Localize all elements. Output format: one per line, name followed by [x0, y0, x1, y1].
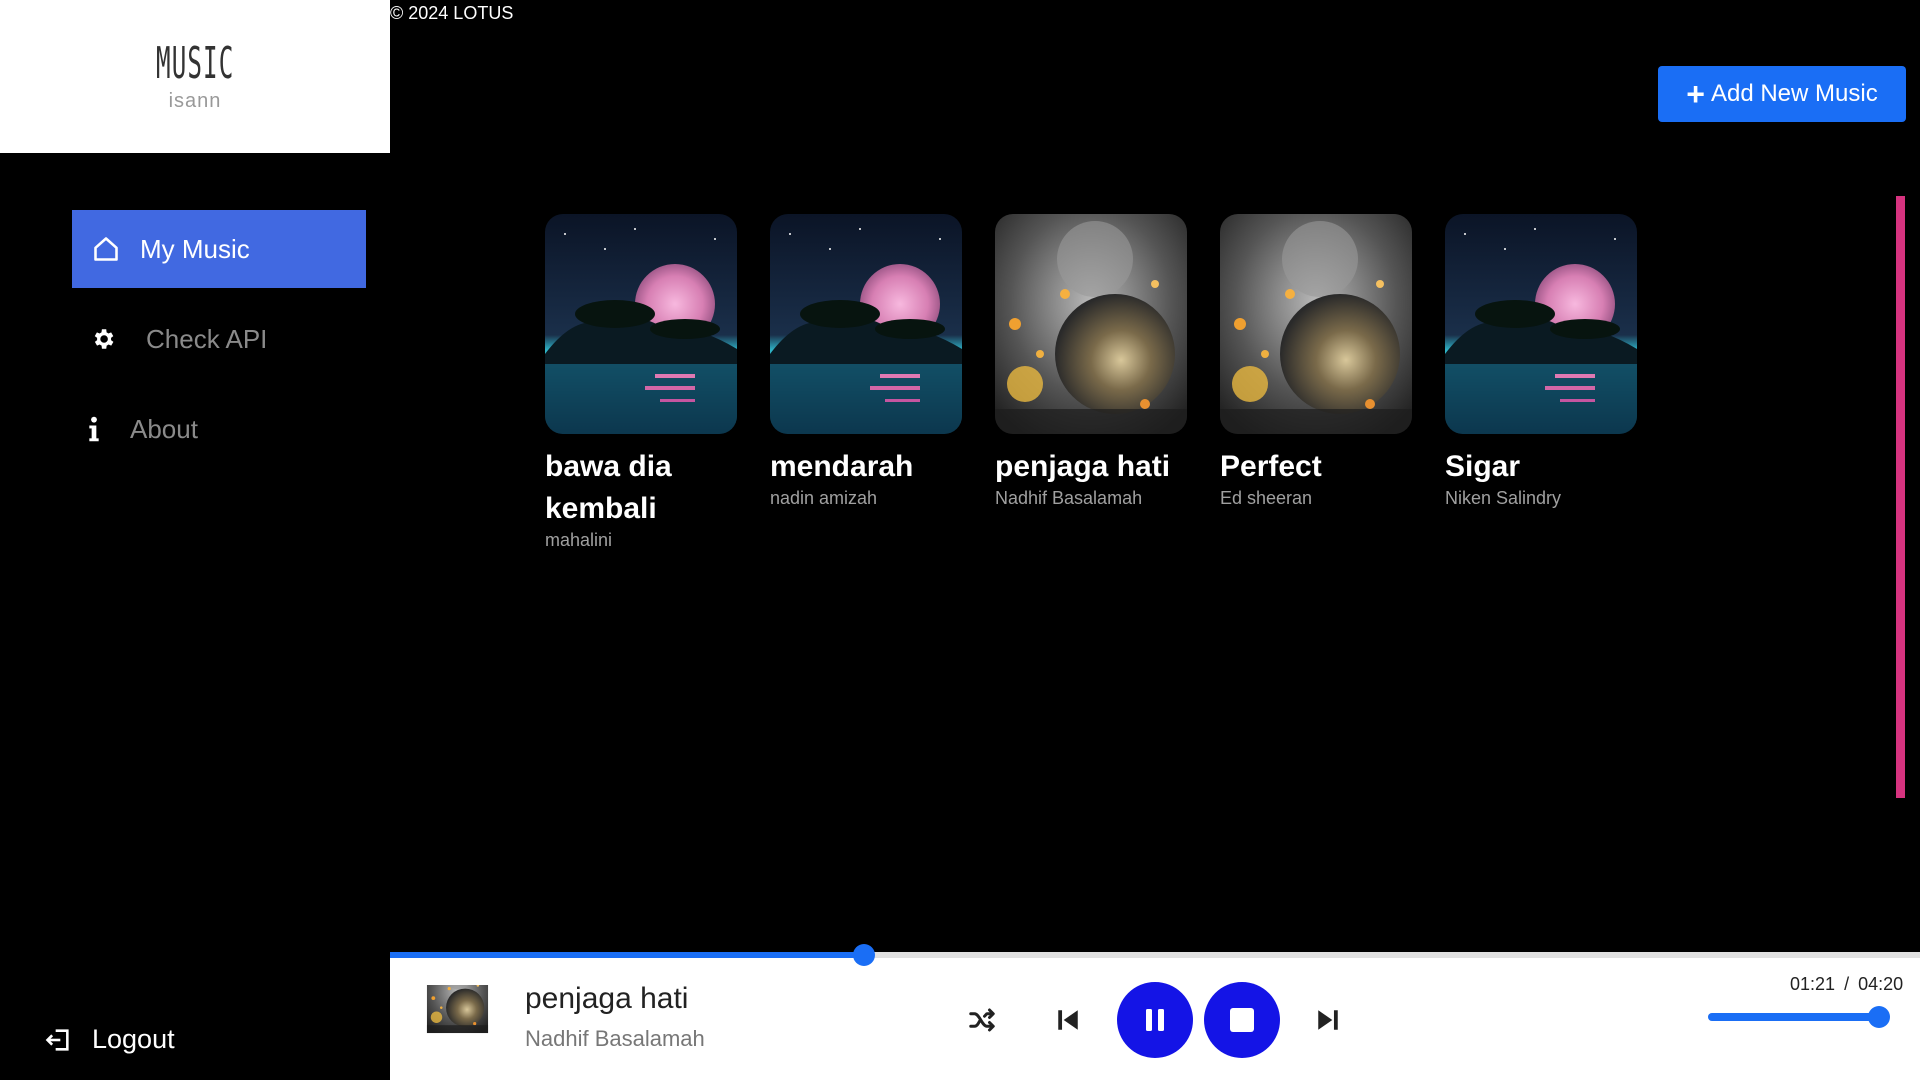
song-title: Perfect: [1220, 450, 1322, 483]
add-new-music-label: Add New Music: [1710, 80, 1878, 107]
scrollbar[interactable]: [1896, 196, 1905, 798]
song-title: mendarah: [770, 450, 914, 483]
music-card[interactable]: mendarah nadin amizah: [770, 214, 970, 509]
album-cover: [545, 214, 737, 434]
now-playing-artist: Nadhif Basalamah: [525, 1026, 705, 1051]
pause-icon: [1146, 1009, 1164, 1031]
now-playing-cover: [405, 985, 510, 1055]
sidebar: MUSIC isann My Music Check API About Log…: [0, 0, 390, 1080]
album-cover: [1220, 214, 1412, 434]
gear-icon: [72, 326, 134, 352]
sidebar-item-label: About: [130, 413, 198, 444]
song-title: Sigar: [1445, 450, 1521, 483]
shuffle-icon: [969, 1008, 995, 1032]
sidebar-item-label: My Music: [140, 233, 250, 264]
stop-button[interactable]: [1204, 982, 1280, 1058]
shuffle-button[interactable]: [960, 1000, 1004, 1040]
previous-button[interactable]: [1050, 1000, 1086, 1040]
add-new-music-button[interactable]: + Add New Music: [1658, 66, 1906, 122]
song-artist: Ed sheeran: [1220, 488, 1313, 508]
logo: MUSIC isann: [0, 0, 390, 153]
album-cover: [1445, 214, 1637, 434]
plus-icon: +: [1686, 76, 1705, 112]
home-icon: [72, 235, 140, 263]
sidebar-item-label: Check API: [146, 323, 268, 354]
volume-slider[interactable]: [1708, 1006, 1890, 1028]
album-cover: [995, 214, 1187, 434]
song-artist: Niken Salindry: [1445, 488, 1562, 508]
logout-icon: [44, 1026, 72, 1054]
logout-label: Logout: [92, 1024, 175, 1054]
progress-bar[interactable]: [390, 944, 1920, 966]
logo-title: MUSIC: [155, 38, 235, 89]
sidebar-item-about[interactable]: About: [72, 390, 366, 468]
song-title: bawa dia kembali: [545, 450, 672, 525]
pause-button[interactable]: [1117, 982, 1193, 1058]
volume-handle[interactable]: [1868, 1006, 1890, 1028]
music-card[interactable]: Sigar Niken Salindry: [1445, 214, 1645, 509]
sidebar-item-check-api[interactable]: Check API: [72, 300, 366, 378]
total-time: 04:20: [1858, 974, 1904, 994]
song-artist: mahalini: [545, 530, 613, 550]
album-cover: [770, 214, 962, 434]
next-icon: [1318, 1010, 1338, 1030]
stop-icon: [1230, 1008, 1254, 1032]
next-button[interactable]: [1310, 1000, 1346, 1040]
time-display: 01:21 / 04:20: [1790, 974, 1903, 995]
music-card[interactable]: bawa dia kembali mahalini: [545, 214, 745, 551]
progress-fill: [390, 952, 865, 958]
logout-button[interactable]: Logout: [44, 1024, 175, 1055]
logo-subtitle: isann: [168, 90, 222, 112]
song-title: penjaga hati: [995, 450, 1171, 483]
info-icon: [72, 415, 116, 443]
sidebar-item-my-music[interactable]: My Music: [72, 210, 366, 288]
now-playing-title: penjaga hati: [525, 982, 689, 1015]
time-separator: /: [1844, 974, 1850, 994]
current-time: 01:21: [1790, 974, 1836, 994]
previous-icon: [1058, 1010, 1078, 1030]
copyright: © 2024 LOTUS: [390, 3, 514, 23]
song-artist: nadin amizah: [770, 488, 878, 508]
volume-fill: [1708, 1013, 1879, 1021]
song-artist: Nadhif Basalamah: [995, 488, 1143, 508]
music-card[interactable]: Perfect Ed sheeran: [1220, 214, 1420, 509]
music-card[interactable]: penjaga hati Nadhif Basalamah: [995, 214, 1210, 509]
